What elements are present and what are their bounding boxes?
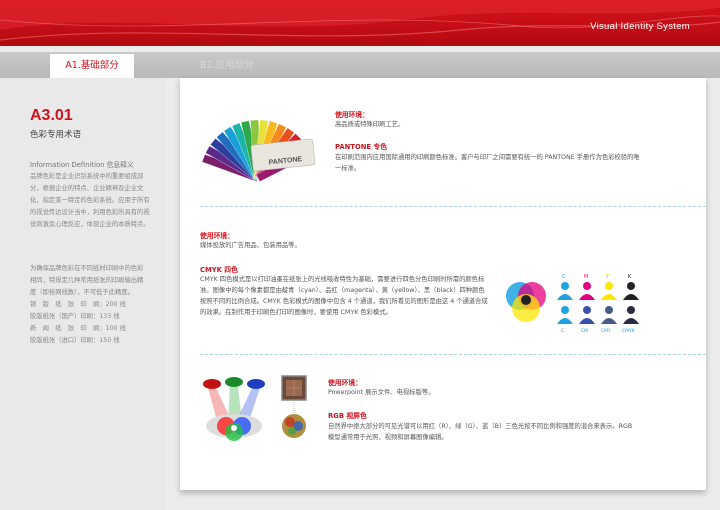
rgb-screen-illustration — [281, 375, 307, 438]
figure-body — [601, 318, 617, 324]
precision-line: 铜 版 纸 张 印 刷：200 线 — [30, 301, 126, 308]
env-label-3: 使用环境： — [328, 379, 362, 387]
rgb-projectors-illustration — [203, 377, 265, 441]
info-text: 品牌色彩是企业识别系统中的重要组成部分，根据企业的特点、企业精神及企业文化，指定… — [30, 173, 150, 228]
pantone-fan-illustration: PANTONE — [201, 119, 316, 182]
top-banner: Visual Identity System — [0, 0, 720, 46]
cmyk-channels-illustration: C M Y K C CM CMY CMYK — [557, 274, 639, 334]
print-precision-list: 为确保品牌色彩在不同纸材印刷中的色彩 相同，特规定几种常用纸张的印刷输出精 度（… — [30, 263, 152, 347]
section-code: A3.01 — [30, 107, 73, 124]
figure-body — [557, 294, 573, 300]
figure-body — [623, 294, 639, 300]
figure-head — [583, 306, 591, 314]
section-title: 色彩专用术语 — [30, 130, 82, 140]
figure-body — [601, 294, 617, 300]
figure-body — [623, 318, 639, 324]
env-label-1: 使用环境： — [335, 111, 369, 119]
figure-head — [583, 282, 591, 290]
cmyk-label-k: K — [628, 274, 632, 280]
figure-head — [561, 306, 569, 314]
figure-head — [627, 282, 635, 290]
tab-application[interactable]: B2.应用部分 — [200, 54, 254, 78]
vis-title: Visual Identity System — [590, 21, 690, 32]
figure-body — [557, 318, 573, 324]
figure-head — [627, 306, 635, 314]
term-label-rgb: RGB 视屏色 — [328, 412, 367, 420]
figure-body — [579, 294, 595, 300]
cmyk-label-c: C — [562, 274, 566, 280]
env-text-1: 高品质或特殊印刷工艺。 — [335, 121, 405, 128]
precision-line: 胶版纸张（国产）印刷：133 线 — [30, 313, 120, 320]
cmyk-bottom-c: C — [561, 328, 564, 334]
precision-line: 为确保品牌色彩在不同纸材印刷中的色彩 — [30, 265, 144, 272]
cmyk-circles-illustration — [506, 282, 546, 322]
env-label-2: 使用环境： — [200, 232, 234, 240]
figure-head — [561, 282, 569, 290]
cmyk-bottom-cm: CM — [581, 328, 588, 334]
cmyk-bottom-cmy: CMY — [601, 328, 611, 334]
term-text-rgb: 自然界中绝大部分的可见光谱可以用红（R）、绿（G）、蓝（B）三色光按不同比例和强… — [328, 423, 633, 441]
info-heading: Information Definition 信息释义 — [30, 161, 134, 169]
divider — [200, 206, 706, 207]
precision-line: 相同，特规定几种常用纸张的印刷输出精 — [30, 277, 144, 284]
figure-head — [605, 306, 613, 314]
divider — [200, 354, 706, 355]
term-label-cmyk: CMYK 四色 — [200, 266, 238, 274]
term-text-cmyk: CMYK 四色模式是以打印油墨在纸张上的光线吸收特性为基础，需要进行四色分色印刷… — [200, 276, 488, 316]
tab-basic[interactable]: A1.基础部分 — [50, 54, 134, 78]
figure-body — [579, 318, 595, 324]
env-text-3: Powerpoint 展示文件、电视标版等。 — [328, 389, 435, 396]
term-label-pantone: PANTONE 专色 — [335, 143, 388, 151]
env-text-2: 媒体投放的广告用品、包装用品等。 — [200, 242, 301, 249]
precision-line: 胶版纸张（进口）印刷：150 线 — [30, 337, 120, 344]
cmyk-label-m: M — [584, 274, 588, 280]
cmyk-bottom-cmyk: CMYK — [622, 328, 636, 334]
term-text-pantone: 在印刷范围内应用国际通用的印刷颜色标准。客户与印厂之间需要有统一的 PANTON… — [335, 154, 640, 172]
precision-line: 新 闻 纸 张 印 刷：100 线 — [30, 325, 126, 332]
precision-line: 度（即挂网线数），不可低于此精度。 — [30, 289, 134, 296]
figure-head — [605, 282, 613, 290]
cmyk-label-y: Y — [605, 274, 610, 280]
